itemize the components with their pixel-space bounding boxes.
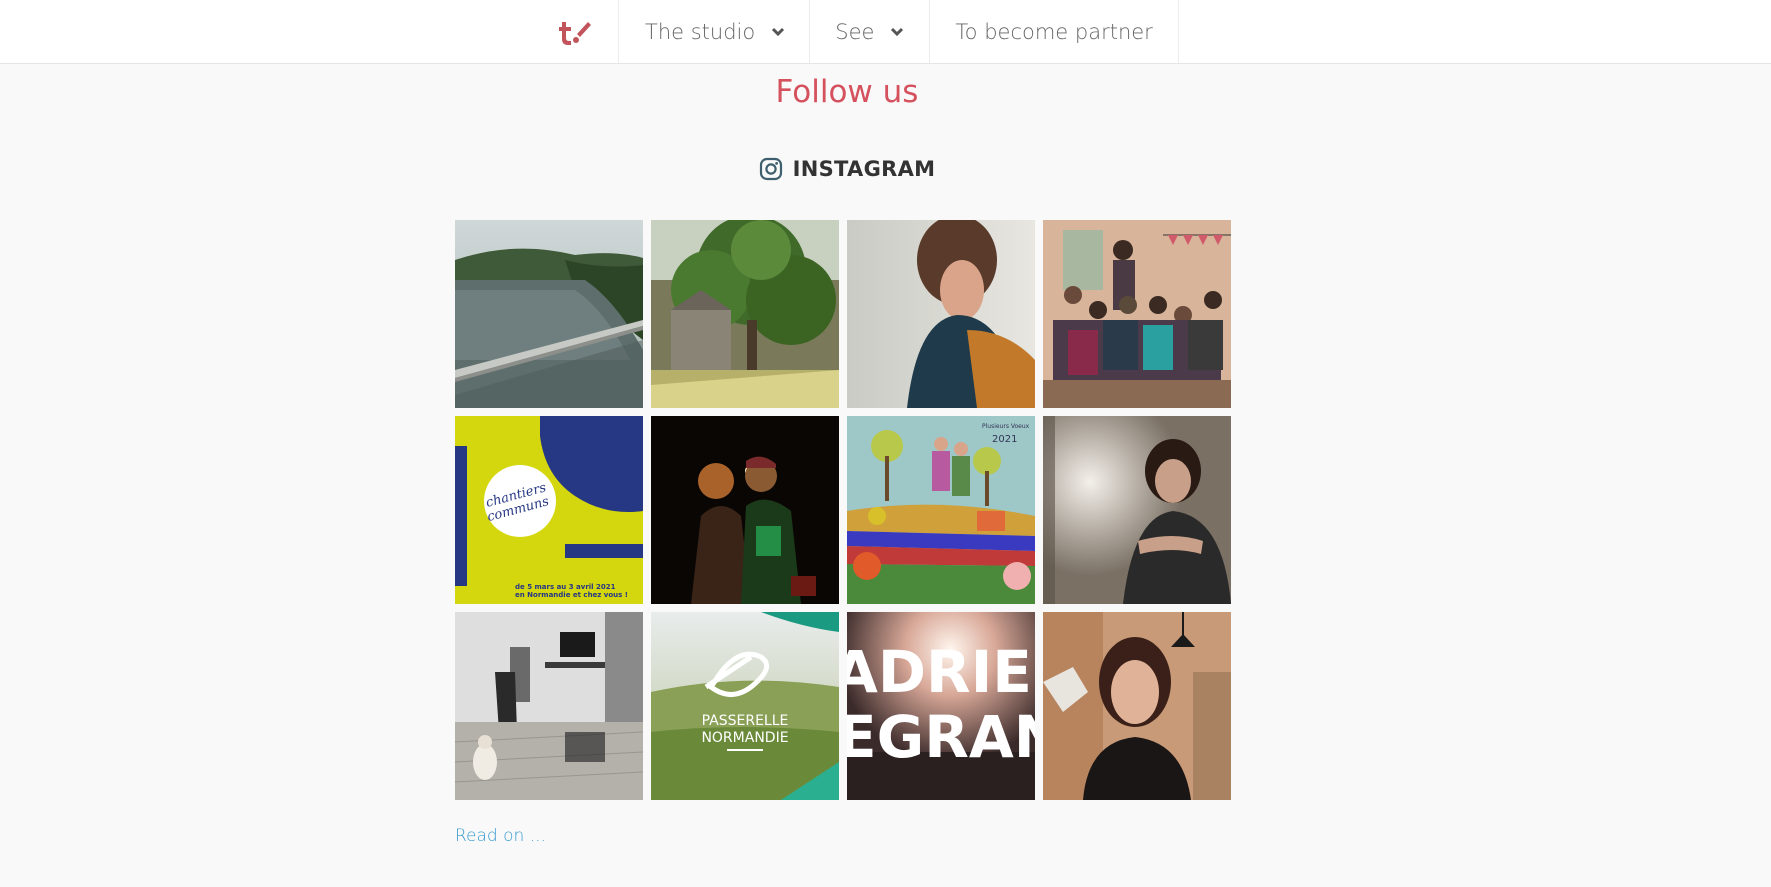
post-image xyxy=(455,612,643,800)
svg-text:EGRAN: EGRAN xyxy=(847,703,1035,771)
instagram-header: INSTAGRAM xyxy=(0,157,1694,181)
site-logo[interactable] xyxy=(527,0,619,63)
svg-text:PASSERELLE: PASSERELLE xyxy=(702,713,789,729)
post-image xyxy=(1043,220,1231,408)
svg-text:2021: 2021 xyxy=(992,434,1017,445)
post-image xyxy=(455,220,643,408)
instagram-post-adrien-legrand[interactable]: ADRIEN EGRAN xyxy=(847,612,1035,800)
instagram-grid: chantiers communs de 5 mars au 3 avril 2… xyxy=(455,220,1233,800)
instagram-post-woman-profile[interactable] xyxy=(847,220,1035,408)
instagram-icon xyxy=(759,157,782,181)
instagram-post-woman-hands[interactable] xyxy=(1043,416,1231,604)
post-image: chantiers communs de 5 mars au 3 avril 2… xyxy=(455,416,643,604)
instagram-post-night-portrait[interactable] xyxy=(651,416,839,604)
instagram-label: INSTAGRAM xyxy=(792,157,936,181)
nav-inner: The studio See To become partner xyxy=(527,0,1179,63)
post-image xyxy=(1043,416,1231,604)
instagram-post-lake-bridge[interactable] xyxy=(455,220,643,408)
instagram-post-woman-speaking[interactable] xyxy=(1043,612,1231,800)
nav-item-studio[interactable]: The studio xyxy=(619,0,811,63)
post-image xyxy=(651,416,839,604)
nav-item-label: See xyxy=(835,19,875,44)
post-image: ADRIEN EGRAN xyxy=(847,612,1035,800)
logo-icon xyxy=(558,21,591,45)
nav-item-see[interactable]: See xyxy=(810,0,931,63)
instagram-post-passerelle-normandie[interactable]: PASSERELLE NORMANDIE xyxy=(651,612,839,800)
post-image: PASSERELLE NORMANDIE xyxy=(651,612,839,800)
svg-text:Plusieurs Voeux: Plusieurs Voeux xyxy=(982,423,1030,430)
instagram-post-office-child[interactable] xyxy=(455,612,643,800)
nav-item-label: To become partner xyxy=(955,19,1153,44)
instagram-post-chantiers-communs[interactable]: chantiers communs de 5 mars au 3 avril 2… xyxy=(455,416,643,604)
nav-item-label: The studio xyxy=(645,19,756,44)
post-image xyxy=(1043,612,1231,800)
nav-item-become-partner[interactable]: To become partner xyxy=(930,0,1179,63)
svg-text:en Normandie et chez vous !: en Normandie et chez vous ! xyxy=(515,591,628,599)
instagram-post-plusieurs-voeux[interactable]: Plusieurs Voeux 2021 xyxy=(847,416,1035,604)
chevron-down-icon xyxy=(771,27,785,37)
instagram-post-tree-house[interactable] xyxy=(651,220,839,408)
svg-text:ADRIEN: ADRIEN xyxy=(847,638,1035,706)
post-image: Plusieurs Voeux 2021 xyxy=(847,416,1035,604)
section-title: Follow us xyxy=(775,74,919,110)
top-navigation: The studio See To become partner xyxy=(0,0,1771,64)
chevron-down-icon xyxy=(890,27,904,37)
instagram-post-group-photo[interactable] xyxy=(1043,220,1231,408)
read-on-link[interactable]: Read on ... xyxy=(455,826,546,846)
post-image xyxy=(847,220,1035,408)
svg-text:NORMANDIE: NORMANDIE xyxy=(701,730,788,746)
post-image xyxy=(651,220,839,408)
svg-text:de 5 mars au 3 avril 2021: de 5 mars au 3 avril 2021 xyxy=(515,583,616,591)
